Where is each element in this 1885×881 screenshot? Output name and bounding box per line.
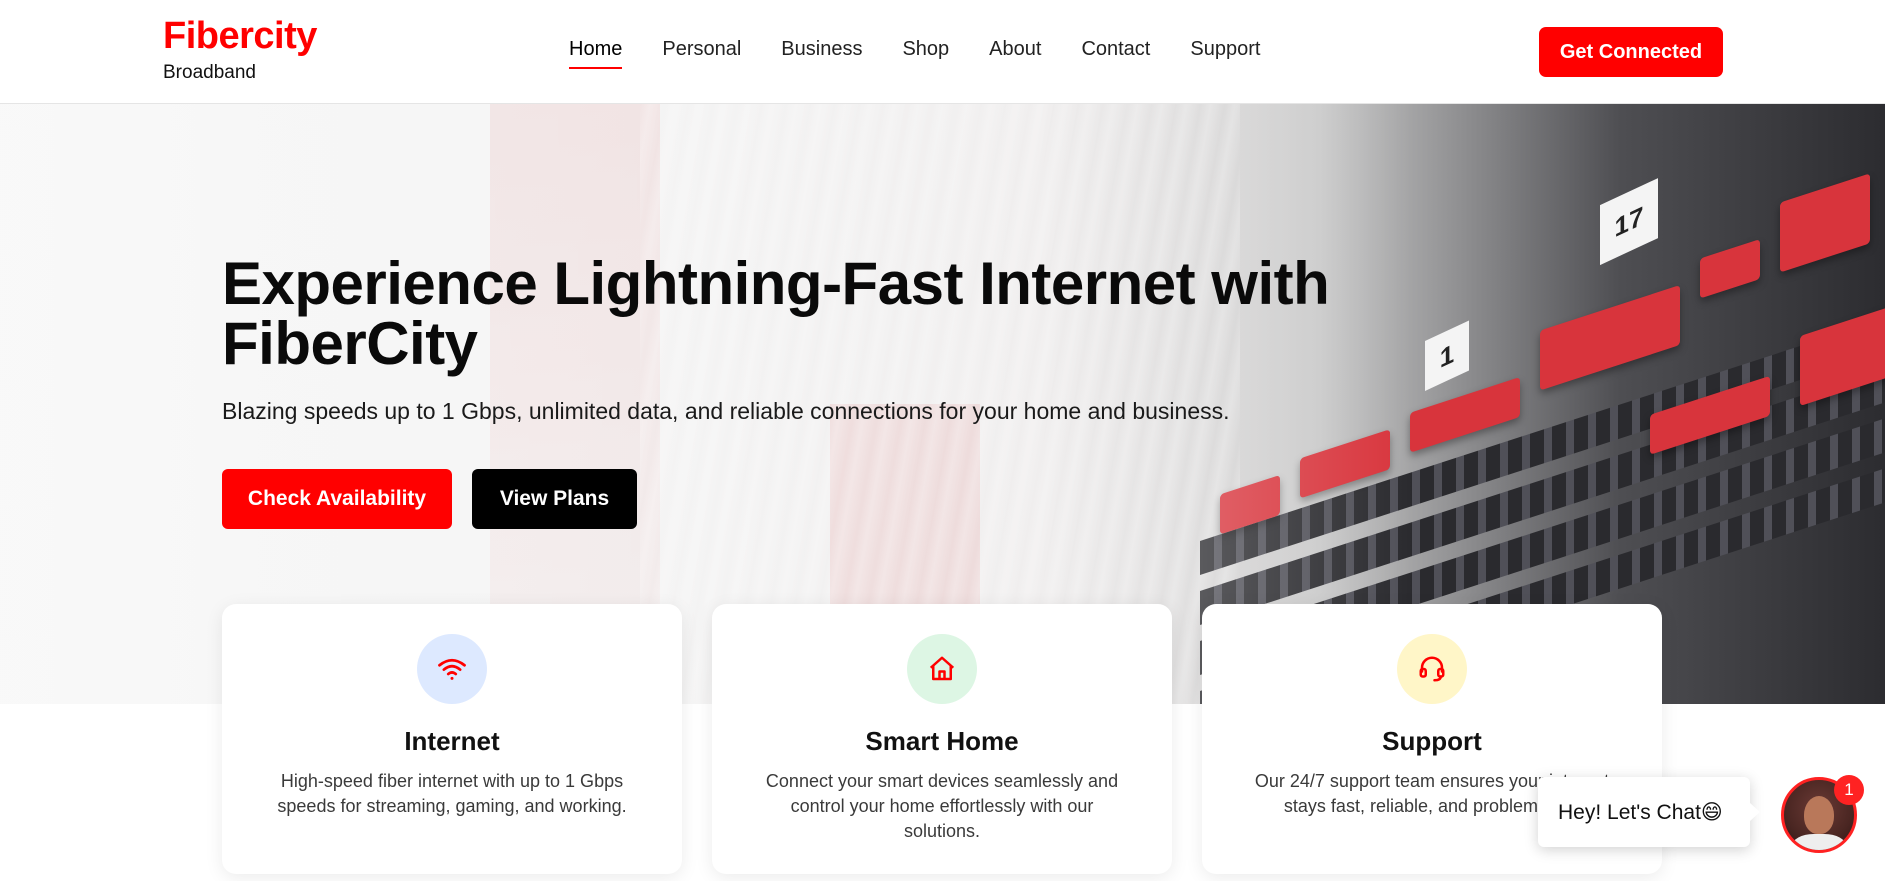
main-nav: Home Personal Business Shop About Contac… (569, 38, 1300, 69)
card-title: Internet (404, 726, 500, 756)
chat-prompt-bubble[interactable]: Hey! Let's Chat😄 (1538, 777, 1760, 847)
brand-tagline: Broadband (163, 62, 256, 83)
hero-subtitle: Blazing speeds up to 1 Gbps, unlimited d… (222, 398, 1230, 424)
nav-item-shop[interactable]: Shop (902, 38, 949, 69)
card-description: Connect your smart devices seamlessly an… (765, 771, 1119, 841)
get-connected-button[interactable]: Get Connected (1539, 27, 1723, 77)
feature-card-smart-home[interactable]: Smart Home Connect your smart devices se… (712, 604, 1172, 874)
avatar-face (1804, 796, 1834, 834)
nav-item-home[interactable]: Home (569, 38, 623, 69)
headset-icon (1397, 634, 1467, 704)
brand-logo[interactable]: Fibercity (163, 15, 317, 58)
nav-item-business[interactable]: Business (781, 38, 862, 69)
chat-notification-badge: 1 (1834, 775, 1864, 805)
nav-item-contact[interactable]: Contact (1081, 38, 1150, 69)
nav-item-personal[interactable]: Personal (662, 38, 741, 69)
card-description: High-speed fiber internet with up to 1 G… (277, 771, 627, 816)
home-icon (907, 634, 977, 704)
site-header: Fibercity Broadband Home Personal Busine… (0, 0, 1885, 104)
wifi-icon (417, 634, 487, 704)
feature-card-internet[interactable]: Internet High-speed fiber internet with … (222, 604, 682, 874)
nav-item-about[interactable]: About (989, 38, 1041, 69)
card-title: Support (1382, 726, 1482, 756)
card-title: Smart Home (865, 726, 1019, 756)
avatar-body (1792, 834, 1846, 850)
check-availability-button[interactable]: Check Availability (222, 469, 452, 529)
nav-item-support[interactable]: Support (1190, 38, 1260, 69)
view-plans-button[interactable]: View Plans (472, 469, 637, 529)
hero-title: Experience Lightning-Fast Internet with … (222, 250, 1330, 377)
